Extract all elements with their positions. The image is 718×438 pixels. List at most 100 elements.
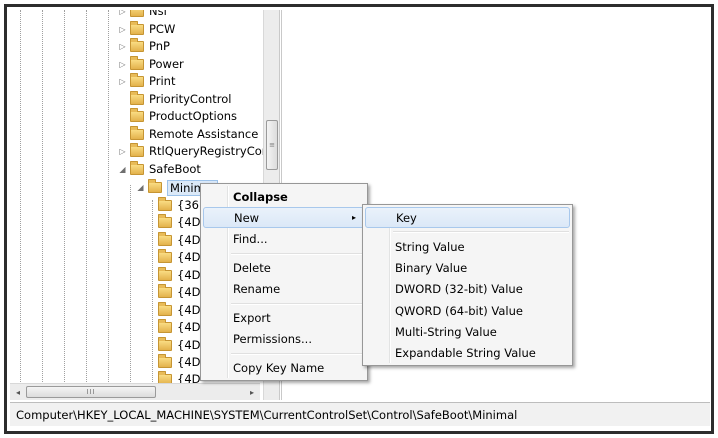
vertical-scroll-thumb[interactable]: ≡ <box>266 120 278 170</box>
tree-guide-line <box>20 10 21 400</box>
tree-node-subkey[interactable]: {4D <box>158 267 201 284</box>
folder-icon <box>158 337 172 351</box>
tree-node-power[interactable]: ▷ Power <box>118 56 184 73</box>
folder-icon <box>158 232 172 246</box>
folder-icon <box>130 126 144 140</box>
menu-item-label: Export <box>233 310 271 325</box>
folder-icon <box>130 56 144 70</box>
menu-item-delete[interactable]: Delete <box>203 257 365 278</box>
collapse-arrow-icon[interactable]: ◢ <box>118 165 127 174</box>
scroll-right-arrow-icon[interactable]: ▸ <box>246 386 258 398</box>
menu-item-export[interactable]: Export <box>203 307 365 328</box>
tree-guide-line <box>64 10 65 400</box>
tree-node-pnp[interactable]: ▷ PnP <box>118 38 170 55</box>
menu-item-expandable-string-value[interactable]: Expandable String Value <box>365 342 570 363</box>
menu-item-label: String Value <box>395 239 465 254</box>
tree-node-remote-assistance[interactable]: Remote Assistance <box>118 126 258 143</box>
expand-arrow-icon <box>118 130 127 139</box>
tree-guide-line <box>130 185 131 400</box>
folder-icon <box>130 38 144 52</box>
tree-node-rtlqueryregistrycon[interactable]: ▷ RtlQueryRegistryCon <box>118 143 269 160</box>
tree-node-prioritycontrol[interactable]: PriorityControl <box>118 91 232 108</box>
scroll-left-arrow-icon[interactable]: ◂ <box>12 386 24 398</box>
folder-icon <box>158 214 172 228</box>
menu-item-label: Find... <box>233 231 268 246</box>
expand-arrow-icon[interactable]: ▷ <box>118 147 127 156</box>
expand-arrow-icon[interactable]: ▷ <box>118 25 127 34</box>
tree-node-subkey[interactable]: {4D <box>158 302 201 319</box>
tree-node-label: PnP <box>149 39 170 53</box>
submenu-arrow-icon: ▸ <box>351 213 356 222</box>
tree-node-label: {4D <box>177 233 201 247</box>
menu-item-label: Permissions... <box>233 331 312 346</box>
menu-item-string-value[interactable]: String Value <box>365 236 570 257</box>
menu-item-permissions[interactable]: Permissions... <box>203 328 365 349</box>
expand-arrow-icon[interactable]: ▷ <box>118 60 127 69</box>
folder-icon <box>158 197 172 211</box>
menu-item-label: Binary Value <box>395 260 468 275</box>
tree-node-label: ProductOptions <box>149 109 238 123</box>
tree-node-subkey[interactable]: {4D <box>158 319 201 336</box>
menu-item-multi-string-value[interactable]: Multi-String Value <box>365 321 570 342</box>
menu-separator <box>231 303 364 305</box>
tree-node-subkey[interactable]: {4D <box>158 214 201 231</box>
menu-item-label: DWORD (32-bit) Value <box>395 281 523 296</box>
menu-item-dword-value[interactable]: DWORD (32-bit) Value <box>365 278 570 299</box>
tree-node-print[interactable]: ▷ Print <box>118 73 175 90</box>
tree-node-label: {4D <box>177 338 201 352</box>
menu-separator <box>231 353 364 355</box>
expand-arrow-icon[interactable]: ▷ <box>118 10 127 16</box>
tree-node-label: Nsi <box>149 10 167 18</box>
menu-item-binary-value[interactable]: Binary Value <box>365 257 570 278</box>
menu-separator <box>231 253 364 255</box>
menu-item-collapse[interactable]: Collapse <box>203 186 365 207</box>
tree-node-subkey[interactable]: {4D <box>158 284 201 301</box>
tree-node-subkey[interactable]: {4D <box>158 232 201 249</box>
grip-icon: ≡ <box>269 141 275 149</box>
status-bar: Computer\HKEY_LOCAL_MACHINE\SYSTEM\Curre… <box>10 402 710 426</box>
menu-item-find[interactable]: Find... <box>203 228 365 249</box>
menu-item-label: Expandable String Value <box>395 345 536 360</box>
expand-arrow-icon <box>118 112 127 121</box>
tree-node-productoptions[interactable]: ProductOptions <box>118 108 237 125</box>
tree-node-label: Print <box>149 74 176 88</box>
horizontal-scroll-thumb[interactable]: III <box>26 386 156 398</box>
expand-arrow-icon[interactable]: ▷ <box>118 42 127 51</box>
menu-item-rename[interactable]: Rename <box>203 278 365 299</box>
folder-icon <box>158 267 172 281</box>
tree-node-subkey[interactable]: {4D <box>158 354 201 371</box>
menu-item-new[interactable]: New ▸ <box>203 207 365 228</box>
tree-node-label: SafeBoot <box>149 162 201 176</box>
tree-node-nsi[interactable]: ▷ Nsi <box>118 10 167 20</box>
tree-guide-line <box>86 10 87 400</box>
registry-path-text: Computer\HKEY_LOCAL_MACHINE\SYSTEM\Curre… <box>16 407 518 422</box>
tree-node-pcw[interactable]: ▷ PCW <box>118 21 175 38</box>
tree-node-subkey[interactable]: {36 <box>158 197 199 214</box>
grip-icon: III <box>86 388 96 396</box>
tree-node-subkey[interactable]: {4D <box>158 249 201 266</box>
collapse-arrow-icon[interactable]: ◢ <box>136 183 145 192</box>
tree-node-label: PriorityControl <box>149 92 232 106</box>
menu-item-new-key[interactable]: Key <box>365 207 570 228</box>
tree-horizontal-scrollbar[interactable]: ◂ III ▸ <box>10 383 260 400</box>
folder-icon <box>130 143 144 157</box>
menu-item-label: Key <box>396 210 417 225</box>
folder-icon <box>130 91 144 105</box>
folder-icon <box>130 21 144 35</box>
folder-icon <box>158 319 172 333</box>
menu-item-label: Rename <box>233 281 281 296</box>
menu-item-label: Multi-String Value <box>395 324 497 339</box>
tree-node-safeboot[interactable]: ◢ SafeBoot <box>118 161 201 178</box>
tree-node-label: Power <box>149 57 184 71</box>
tree-node-label: {4D <box>177 215 201 229</box>
tree-guide-line <box>152 200 153 400</box>
new-submenu: Key String Value Binary Value DWORD (32-… <box>362 204 573 366</box>
tree-node-subkey[interactable]: {4D <box>158 337 201 354</box>
menu-item-label: QWORD (64-bit) Value <box>395 303 523 318</box>
expand-arrow-icon[interactable]: ▷ <box>118 77 127 86</box>
menu-item-label: Delete <box>233 260 271 275</box>
menu-item-copy-key-name[interactable]: Copy Key Name <box>203 357 365 378</box>
menu-item-qword-value[interactable]: QWORD (64-bit) Value <box>365 300 570 321</box>
tree-node-label: PCW <box>149 22 176 36</box>
tree-node-label: RtlQueryRegistryCon <box>149 144 270 158</box>
